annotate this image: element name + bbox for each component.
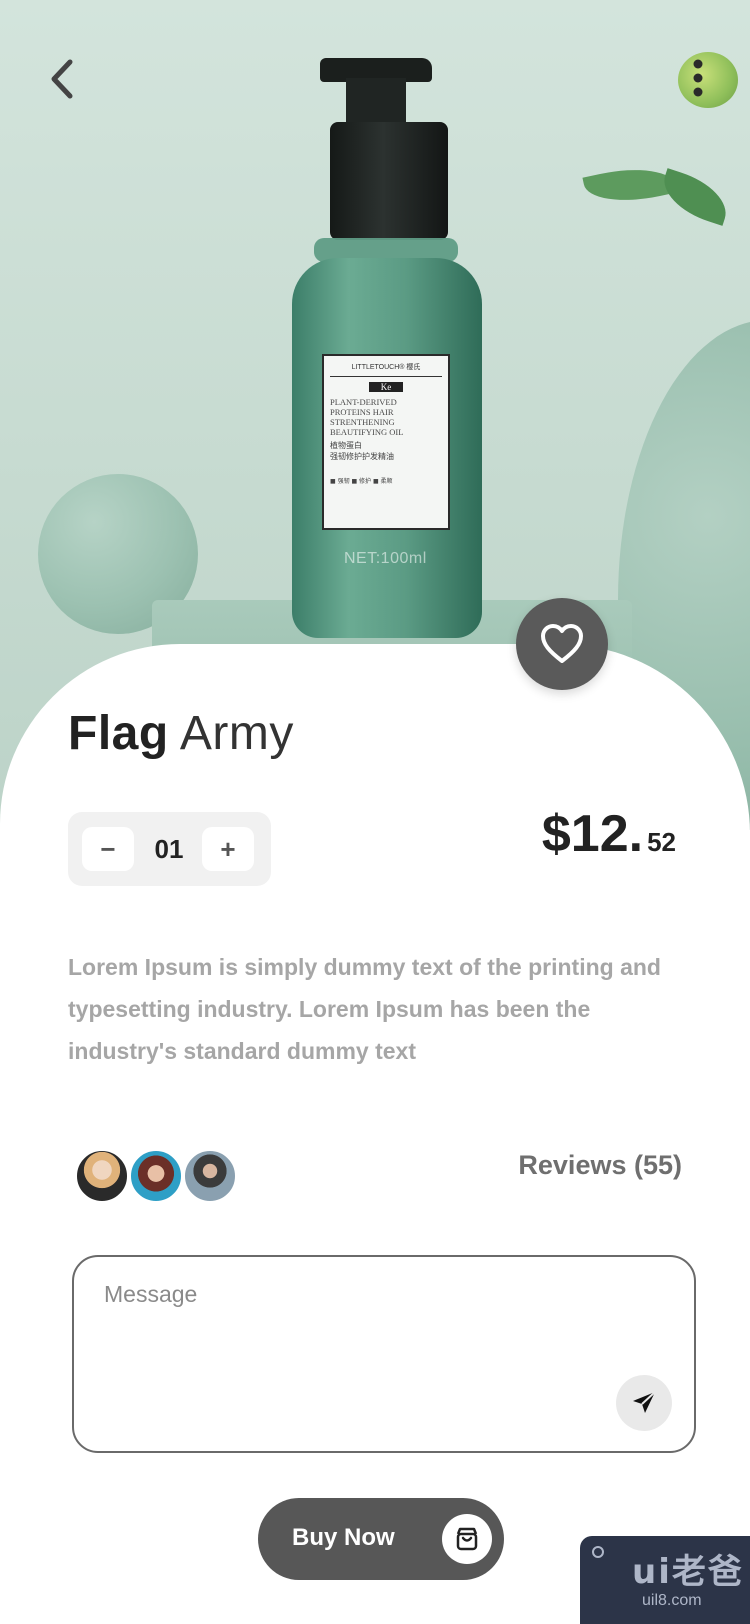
bottle-cap [330, 122, 448, 240]
bottle-pump-neck [346, 78, 406, 128]
cart-icon-wrapper [442, 1514, 492, 1564]
decor-leaf [582, 159, 678, 211]
send-button[interactable] [616, 1375, 672, 1431]
watermark-logo: ui老爸 [632, 1552, 744, 1592]
label-code: Ke [369, 382, 403, 392]
watermark-dot [592, 1546, 604, 1558]
more-options-button[interactable] [690, 58, 706, 98]
label-cn-line: 植物蛋白 [330, 441, 362, 450]
label-net-volume: NET:100ml [344, 550, 427, 567]
label-brand: LITTLETOUCH® 樱氏 [330, 362, 442, 377]
decrease-quantity-button[interactable]: − [82, 827, 134, 871]
watermark-url: uil8.com [642, 1592, 702, 1609]
product-details-card [0, 644, 750, 1624]
product-description: Lorem Ipsum is simply dummy text of the … [68, 954, 661, 1064]
watermark-badge: ui老爸 uil8.com [580, 1536, 750, 1624]
label-cn: 植物蛋白 强韧修护护发精油 [330, 440, 442, 462]
product-title-light: Army [179, 707, 294, 760]
shopping-bag-icon [456, 1527, 478, 1551]
label-name-line: STRENTHENING [330, 417, 395, 427]
decor-leaf [655, 168, 735, 226]
price-main: $12. [541, 805, 644, 863]
more-vertical-icon [693, 59, 703, 97]
reviews-link[interactable]: Reviews (55) [518, 1150, 682, 1181]
quantity-value: 01 [154, 834, 184, 864]
avatar [74, 1148, 130, 1204]
increase-quantity-button[interactable]: + [202, 827, 254, 871]
label-name: PLANT-DERIVED PROTEINS HAIR STRENTHENING… [330, 397, 442, 437]
message-input[interactable] [104, 1281, 644, 1308]
label-name-line: BEAUTIFYING OIL [330, 427, 404, 437]
label-cn-line: 强韧修护护发精油 [330, 452, 394, 461]
label-name-line: PLANT-DERIVED [330, 397, 397, 407]
avatar [182, 1148, 238, 1204]
bottle-label: LITTLETOUCH® 樱氏 Ke PLANT-DERIVED PROTEIN… [322, 354, 450, 530]
heart-icon [541, 624, 583, 663]
buy-now-button[interactable]: Buy Now [258, 1498, 504, 1580]
send-icon [633, 1391, 656, 1413]
back-button[interactable] [46, 58, 78, 100]
product-price: $12. 52 [542, 804, 676, 864]
quantity-stepper: − 01 + [68, 812, 271, 886]
label-features: ■ 强韧 ■ 修护 ■ 柔顺 [330, 478, 393, 485]
chevron-left-icon [51, 59, 73, 99]
price-cents: 52 [647, 827, 676, 857]
label-name-line: PROTEINS HAIR [330, 407, 394, 417]
message-box [72, 1255, 696, 1453]
favorite-button[interactable] [516, 598, 608, 690]
product-title: Flag Army [68, 706, 294, 761]
avatar [128, 1148, 184, 1204]
decor-flower-bud [678, 52, 738, 108]
buy-now-label: Buy Now [292, 1524, 395, 1551]
product-title-bold: Flag [68, 707, 169, 760]
